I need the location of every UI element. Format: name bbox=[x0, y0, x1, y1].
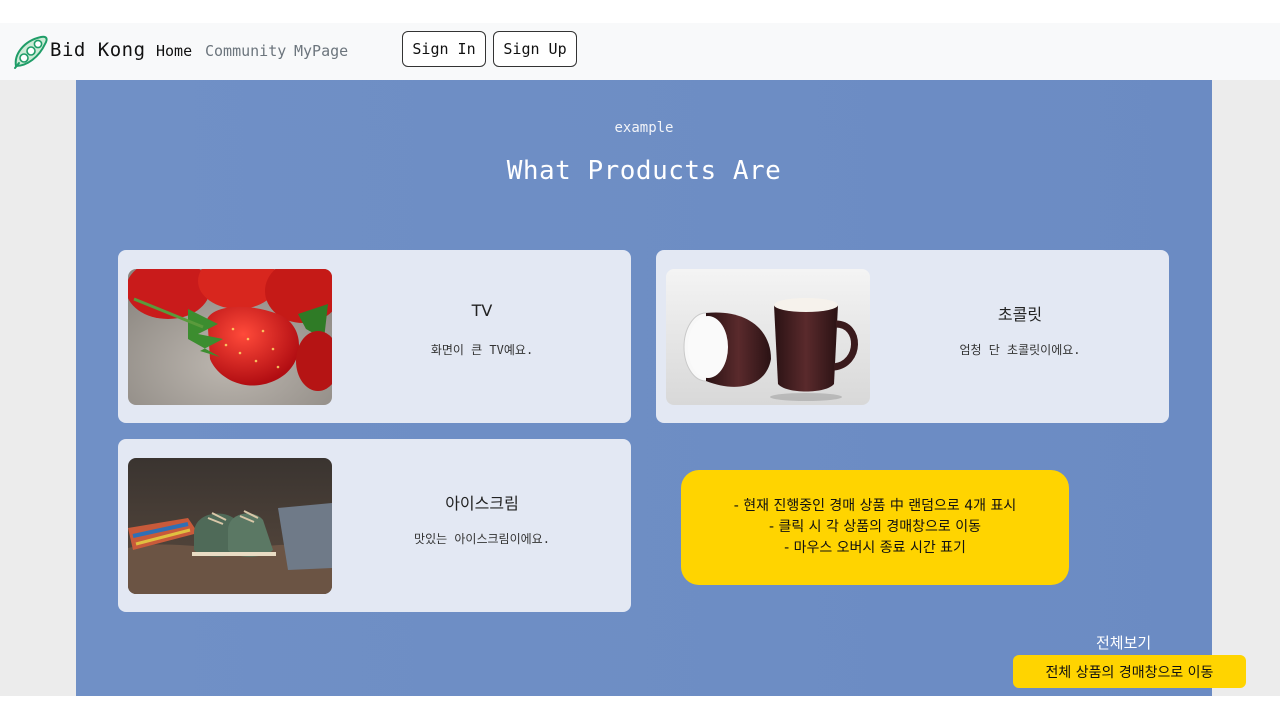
brand-name[interactable]: Bid Kong bbox=[50, 39, 146, 61]
annotation-line: - 현재 진행중인 경매 상품 中 랜덤으로 4개 표시 bbox=[733, 498, 1017, 514]
pea-pod-icon[interactable] bbox=[11, 33, 49, 71]
product-image-strawberries bbox=[128, 269, 332, 405]
product-title: 초콜릿 bbox=[997, 305, 1043, 324]
product-description: 엄청 단 초콜릿이에요. bbox=[959, 343, 1081, 357]
section-eyebrow: example bbox=[614, 120, 674, 136]
product-image-shoes bbox=[128, 458, 332, 594]
product-card[interactable]: TV 화면이 큰 TV예요. bbox=[118, 250, 631, 423]
product-description: 화면이 큰 TV예요. bbox=[430, 343, 534, 357]
nav-link-home[interactable]: Home bbox=[156, 42, 192, 60]
annotation-line: - 마우스 오버시 종료 시간 표기 bbox=[784, 540, 966, 556]
product-description: 맛있는 아이스크림이에요. bbox=[414, 532, 550, 546]
product-card[interactable]: 초콜릿 엄청 단 초콜릿이에요. bbox=[656, 250, 1169, 423]
sign-up-button[interactable]: Sign Up bbox=[493, 31, 577, 67]
product-title: 아이스크림 bbox=[445, 494, 519, 513]
annotation-line: - 클릭 시 각 상품의 경매창으로 이동 bbox=[768, 519, 982, 535]
section-heading: What Products Are bbox=[506, 156, 782, 186]
nav-link-community[interactable]: Community bbox=[205, 42, 286, 60]
navbar: Bid Kong Home Community MyPage Sign In S… bbox=[0, 23, 1280, 80]
product-title: TV bbox=[471, 301, 493, 320]
view-all-note: 전체 상품의 경매창으로 이동 bbox=[1013, 655, 1246, 688]
product-image-mugs bbox=[666, 269, 870, 405]
annotation-note: - 현재 진행중인 경매 상품 中 랜덤으로 4개 표시 - 클릭 시 각 상품… bbox=[681, 470, 1069, 585]
products-section: example What Products Are TV 화면이 큰 TV예요.… bbox=[76, 80, 1212, 696]
nav-link-mypage[interactable]: MyPage bbox=[294, 42, 348, 60]
view-all-link[interactable]: 전체보기 bbox=[1096, 632, 1151, 653]
product-card[interactable]: 아이스크림 맛있는 아이스크림이에요. bbox=[118, 439, 631, 612]
sign-in-button[interactable]: Sign In bbox=[402, 31, 486, 67]
